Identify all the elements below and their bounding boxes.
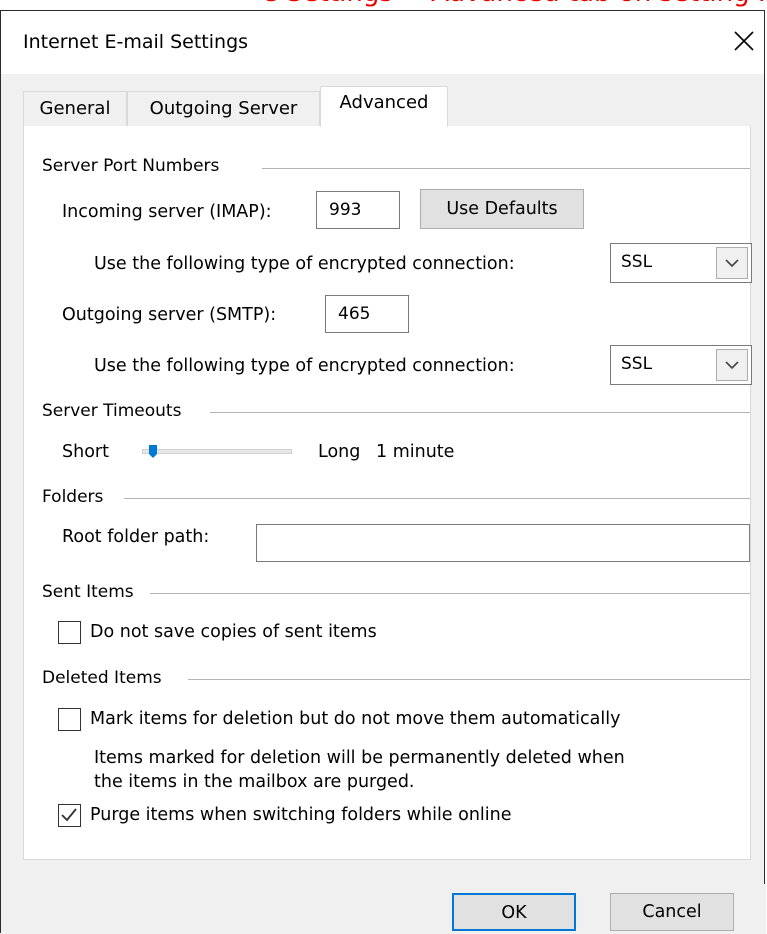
dialog-button-bar: OK Cancel xyxy=(1,884,766,934)
outgoing-encryption-value: SSL xyxy=(621,354,653,374)
internet-email-settings-dialog: Internet E-mail Settings General Outgoin… xyxy=(0,10,766,934)
tab-general[interactable]: General xyxy=(23,91,127,126)
use-defaults-button[interactable]: Use Defaults xyxy=(420,189,584,229)
close-icon[interactable] xyxy=(731,28,757,54)
no-copies-label: Do not save copies of sent items xyxy=(90,622,377,642)
tab-outgoing-server[interactable]: Outgoing Server xyxy=(127,91,320,126)
section-divider xyxy=(150,593,750,594)
banner-caption: e Settings > Advanced tab on setting IMA… xyxy=(0,0,767,10)
outgoing-server-label: Outgoing server (SMTP): xyxy=(62,305,277,325)
incoming-encryption-value: SSL xyxy=(621,252,653,272)
advanced-tab-panel: Server Port Numbers Incoming server (IMA… xyxy=(23,126,752,860)
mark-for-deletion-checkbox[interactable] xyxy=(58,708,81,731)
outgoing-encryption-label: Use the following type of encrypted conn… xyxy=(94,356,515,376)
section-heading-sent-items: Sent Items xyxy=(42,582,134,602)
timeout-slider-thumb[interactable] xyxy=(149,445,160,465)
no-copies-checkbox[interactable] xyxy=(58,621,81,644)
section-divider xyxy=(124,498,750,499)
incoming-encryption-label: Use the following type of encrypted conn… xyxy=(94,254,515,274)
incoming-port-field[interactable]: 993 xyxy=(316,191,400,229)
mark-for-deletion-label: Mark items for deletion but do not move … xyxy=(90,709,621,729)
section-heading-folders: Folders xyxy=(42,487,104,507)
root-folder-label: Root folder path: xyxy=(62,527,210,547)
outgoing-port-field[interactable]: 465 xyxy=(325,295,409,333)
title-bar: Internet E-mail Settings xyxy=(1,11,764,74)
purge-items-checkbox[interactable] xyxy=(58,804,81,827)
chevron-down-icon[interactable] xyxy=(716,247,748,279)
dialog-title: Internet E-mail Settings xyxy=(23,31,249,53)
root-folder-path-field[interactable] xyxy=(256,524,750,562)
checkmark-icon xyxy=(61,808,77,822)
incoming-server-label: Incoming server (IMAP): xyxy=(62,202,272,222)
timeout-slider-track[interactable] xyxy=(142,445,292,458)
chevron-down-icon[interactable] xyxy=(716,349,748,381)
section-heading-server-ports: Server Port Numbers xyxy=(42,156,220,176)
section-divider xyxy=(188,679,750,680)
timeout-short-label: Short xyxy=(62,442,109,462)
outgoing-encryption-select[interactable]: SSL xyxy=(610,345,752,385)
cancel-button[interactable]: Cancel xyxy=(610,893,734,931)
section-heading-deleted-items: Deleted Items xyxy=(42,668,162,688)
section-heading-server-timeouts: Server Timeouts xyxy=(42,401,182,421)
section-divider xyxy=(210,412,750,413)
timeout-long-label: Long xyxy=(318,442,361,462)
purge-items-label: Purge items when switching folders while… xyxy=(90,805,512,825)
deletion-note-line-2: the items in the mailbox are purged. xyxy=(94,772,415,792)
banner-text: e Settings > Advanced tab on setting IMA… xyxy=(262,0,767,8)
deletion-note-line-1: Items marked for deletion will be perman… xyxy=(94,748,625,768)
tab-advanced[interactable]: Advanced xyxy=(320,86,448,127)
section-divider xyxy=(262,168,750,169)
timeout-value: 1 minute xyxy=(376,442,455,462)
ok-button[interactable]: OK xyxy=(452,893,576,931)
incoming-encryption-select[interactable]: SSL xyxy=(610,243,752,283)
